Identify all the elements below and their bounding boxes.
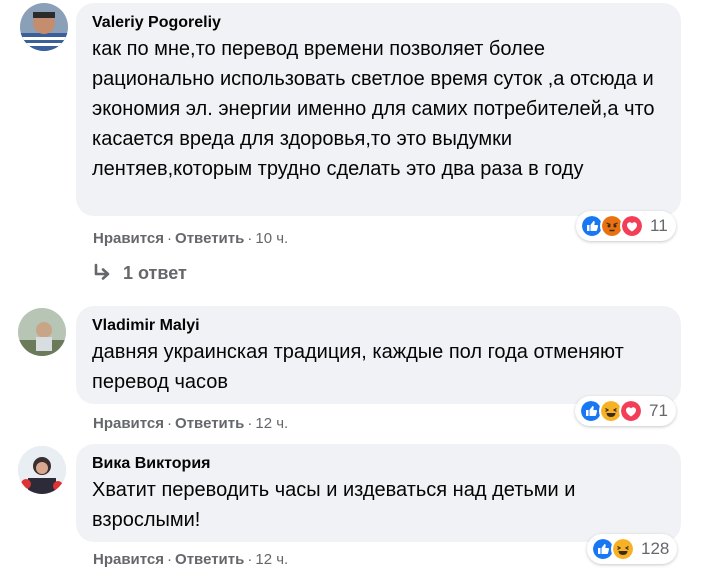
comment-timestamp[interactable]: 10 ч.	[255, 230, 288, 247]
comment-actions: Нравится · Ответить · 10 ч.	[93, 229, 288, 249]
separator-dot: ·	[247, 415, 253, 432]
view-replies-link[interactable]: 1 ответ	[92, 262, 187, 284]
avatar[interactable]	[18, 308, 66, 356]
comment-author[interactable]: Вика Виктория	[92, 453, 665, 475]
avatar[interactable]	[18, 446, 66, 494]
reply-button[interactable]: Ответить	[175, 551, 244, 568]
separator-dot: ·	[167, 415, 173, 432]
comment-bubble: Valeriy Pogoreliy как по мне,то перевод …	[76, 3, 681, 216]
replies-count-label: 1 ответ	[123, 262, 187, 283]
love-reaction-icon	[620, 214, 644, 238]
comment-actions: Нравится · Ответить · 12 ч.	[93, 550, 288, 570]
comment-timestamp[interactable]: 12 ч.	[255, 415, 288, 432]
like-button[interactable]: Нравится	[93, 230, 164, 247]
reply-button[interactable]: Ответить	[175, 415, 244, 432]
comment-timestamp[interactable]: 12 ч.	[255, 551, 288, 568]
separator-dot: ·	[247, 230, 253, 247]
comment-author[interactable]: Valeriy Pogoreliy	[92, 12, 665, 34]
haha-reaction-icon	[611, 537, 635, 561]
reactions-summary[interactable]: 11	[576, 211, 676, 241]
comment-text: давняя украинская традиция, каждые пол г…	[92, 341, 624, 393]
separator-dot: ·	[167, 230, 173, 247]
comment-text: как по мне,то перевод времени позволяет …	[92, 38, 655, 180]
like-button[interactable]: Нравится	[93, 551, 164, 568]
reaction-count: 11	[650, 216, 668, 235]
separator-dot: ·	[247, 551, 253, 568]
like-button[interactable]: Нравится	[93, 415, 164, 432]
comment-bubble: Вика Виктория Хватит переводить часы и и…	[76, 444, 681, 542]
reaction-count: 71	[649, 401, 668, 420]
avatar[interactable]	[20, 3, 68, 51]
reactions-summary[interactable]: 71	[575, 396, 676, 426]
comment-author[interactable]: Vladimir Malyi	[92, 315, 665, 337]
reply-button[interactable]: Ответить	[175, 230, 244, 247]
comment-bubble: Vladimir Malyi давняя украинская традици…	[76, 306, 681, 404]
comment-actions: Нравится · Ответить · 12 ч.	[93, 414, 288, 434]
reactions-summary[interactable]: 128	[587, 534, 678, 564]
reaction-count: 128	[641, 539, 670, 558]
love-reaction-icon	[619, 399, 643, 423]
comment-text: Хватит переводить часы и издеваться над …	[92, 479, 576, 531]
separator-dot: ·	[167, 551, 173, 568]
reply-arrow-icon	[94, 263, 110, 280]
